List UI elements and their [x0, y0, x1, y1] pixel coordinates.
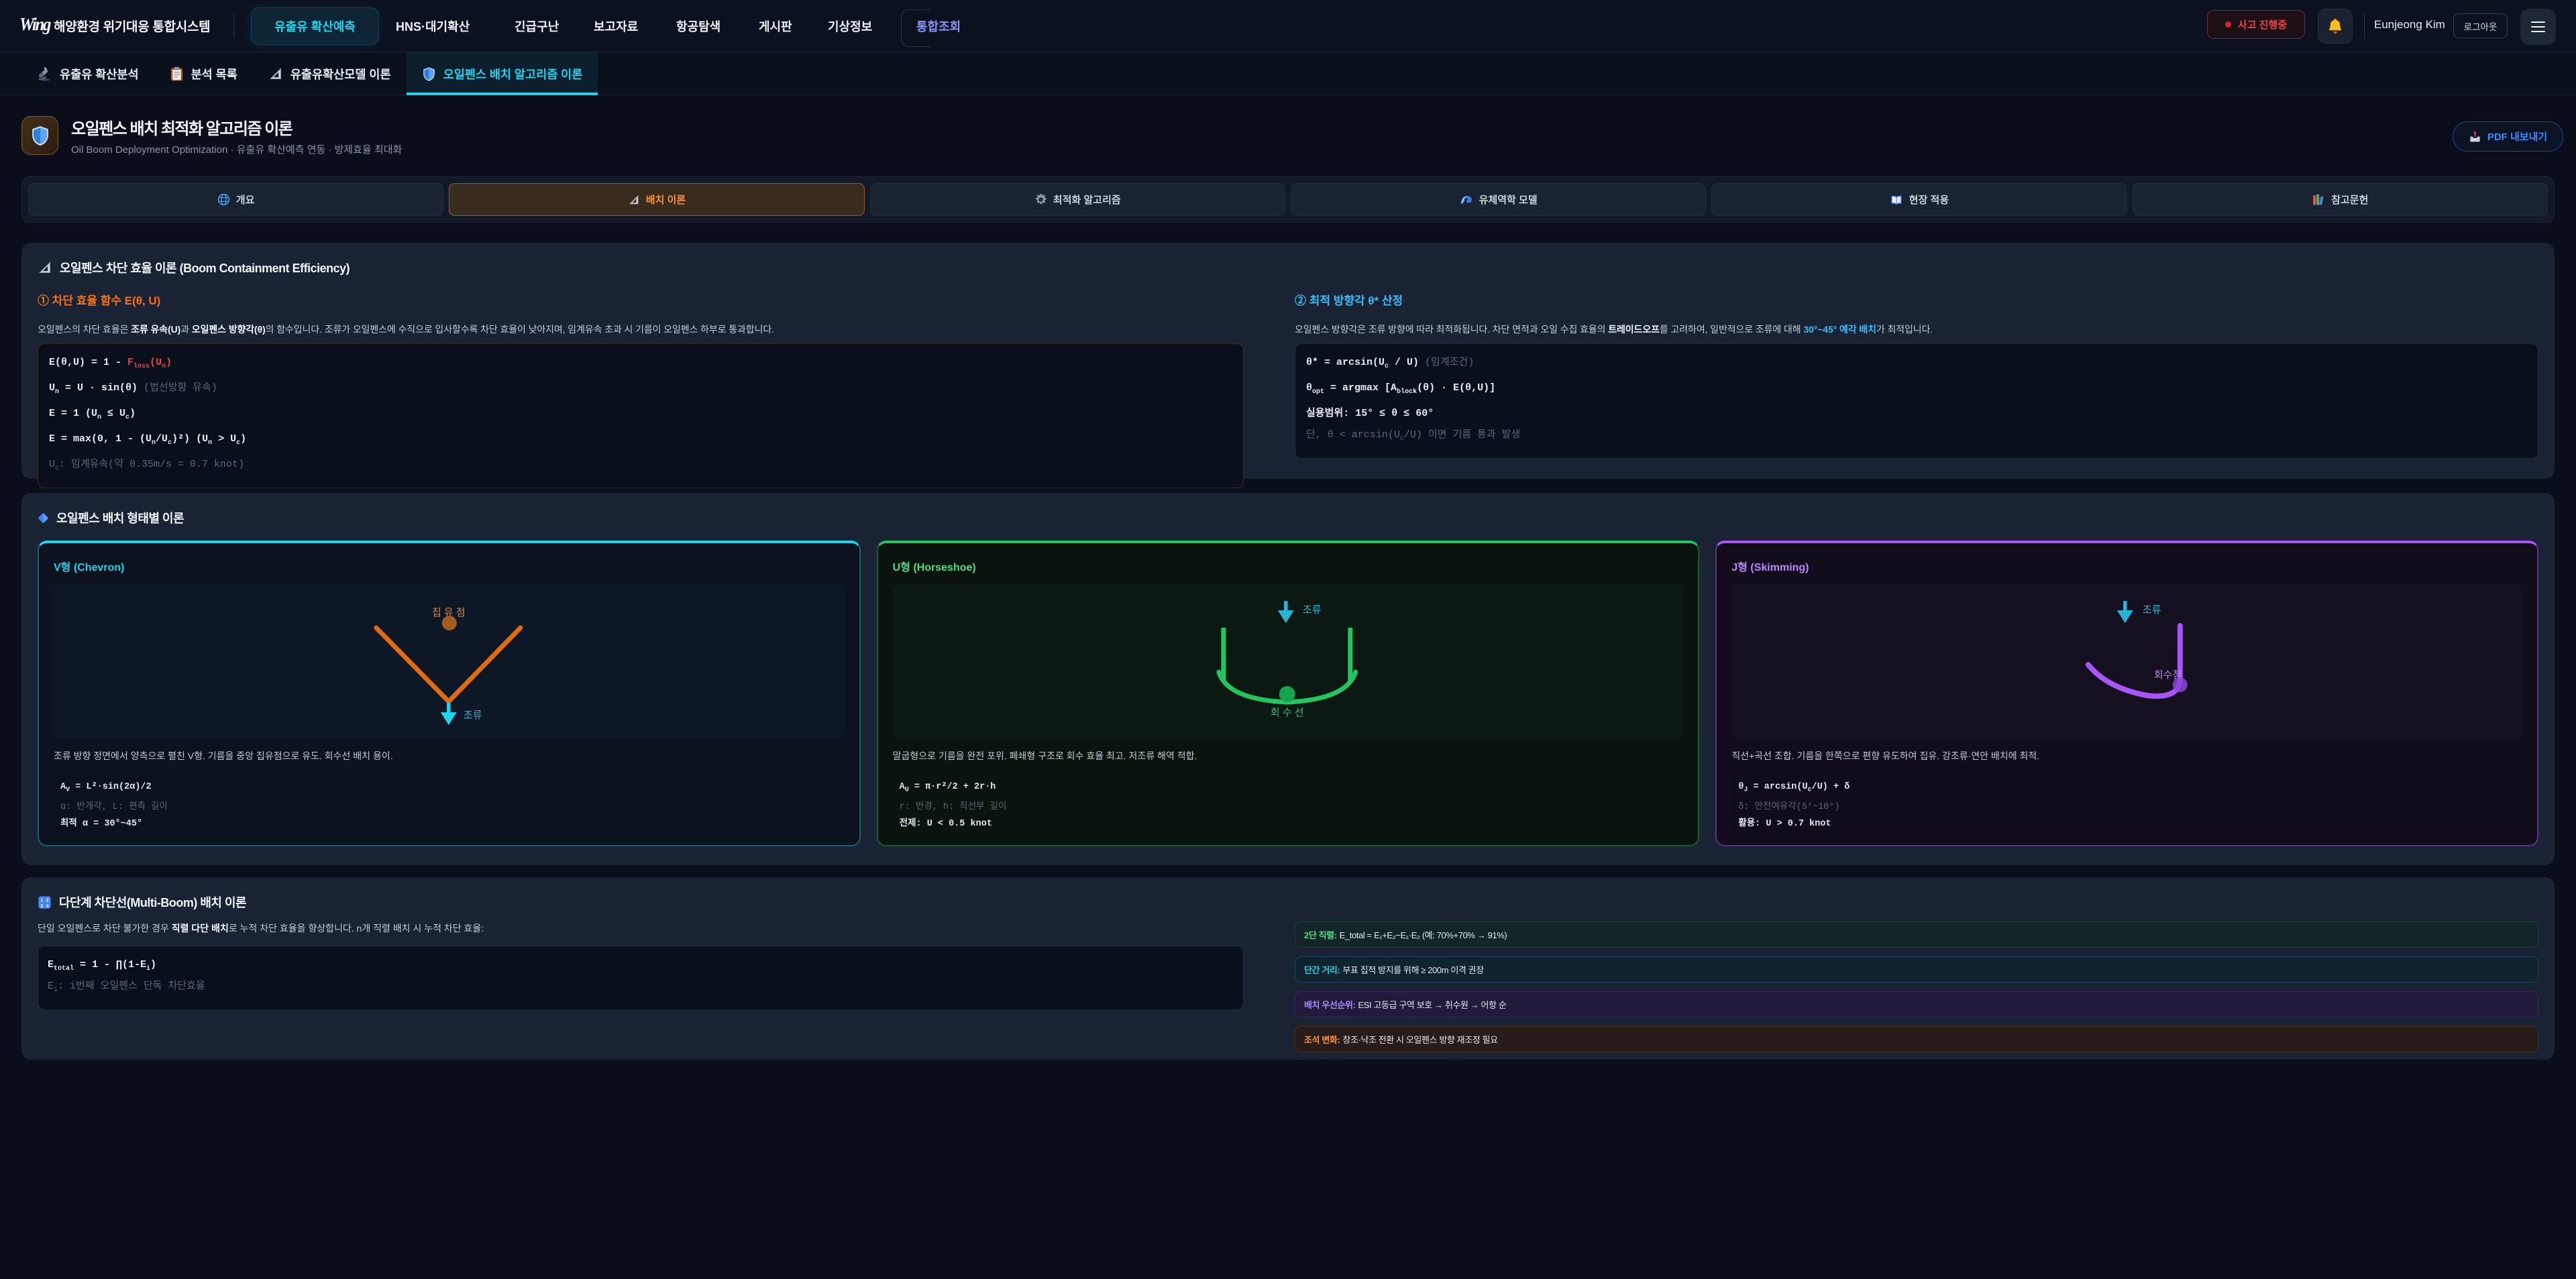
svg-text:조류: 조류 [2143, 604, 2161, 616]
svg-text:조류: 조류 [1302, 604, 1321, 616]
svg-text:3: 3 [40, 903, 43, 908]
svg-text:2: 2 [46, 898, 49, 903]
svg-text:조류: 조류 [464, 710, 482, 721]
svg-text:4: 4 [46, 903, 49, 908]
svg-text:1: 1 [40, 898, 43, 903]
svg-text:회 수 선: 회 수 선 [1271, 707, 1304, 718]
